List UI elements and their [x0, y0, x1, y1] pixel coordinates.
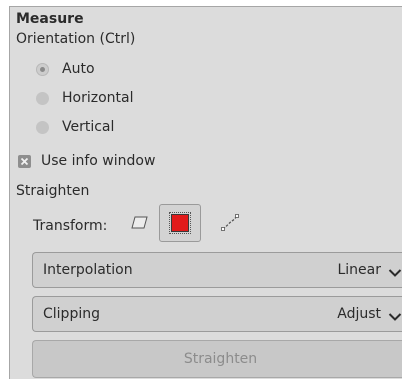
radio-checked-icon[interactable]: [36, 62, 49, 76]
radio-orientation-vertical[interactable]: Vertical: [36, 117, 114, 137]
transform-selection-icon: [169, 212, 191, 234]
straighten-button[interactable]: Straighten: [32, 340, 402, 378]
radio-label: Auto: [62, 61, 95, 77]
radio-label: Horizontal: [62, 90, 134, 106]
checkbox-checked-icon[interactable]: [18, 154, 31, 168]
transform-layer-icon[interactable]: [130, 215, 150, 235]
transform-label: Transform:: [33, 218, 108, 234]
radio-orientation-horizontal[interactable]: Horizontal: [36, 88, 133, 108]
use-info-window-checkbox[interactable]: Use info window: [18, 153, 155, 169]
radio-unchecked-icon[interactable]: [36, 91, 49, 105]
chevron-down-icon: [388, 266, 402, 282]
clipping-value: Adjust: [337, 306, 381, 322]
tool-options-panel: Measure Orientation (Ctrl) Auto Horizont…: [9, 6, 402, 379]
straighten-section-label: Straighten: [16, 183, 90, 199]
interpolation-dropdown[interactable]: Interpolation Linear: [32, 252, 402, 288]
clipping-label: Clipping: [43, 306, 100, 322]
radio-label: Vertical: [62, 119, 115, 135]
clipping-dropdown[interactable]: Clipping Adjust: [32, 296, 402, 332]
orientation-label: Orientation (Ctrl): [16, 31, 136, 47]
checkbox-label: Use info window: [41, 153, 156, 169]
radio-unchecked-icon[interactable]: [36, 120, 49, 134]
chevron-down-icon: [388, 310, 402, 326]
transform-path-icon[interactable]: [220, 214, 240, 236]
interpolation-value: Linear: [337, 262, 381, 278]
interpolation-label: Interpolation: [43, 262, 133, 278]
panel-title: Measure: [16, 11, 84, 27]
transform-selection-button[interactable]: [159, 204, 201, 242]
radio-orientation-auto[interactable]: Auto: [36, 59, 95, 79]
